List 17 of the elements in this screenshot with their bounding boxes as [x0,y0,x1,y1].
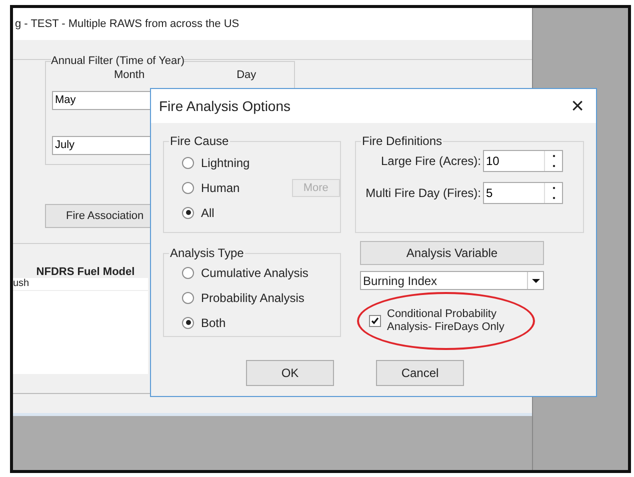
field-label: Multi Fire Day (Fires): [366,185,481,202]
column-header: NFDRS Fuel Model [13,266,148,278]
dialog-title: Fire Analysis Options [159,96,290,116]
table-cell: ush [13,278,148,292]
radio-label: Cumulative Analysis [201,264,308,282]
radio-label: All [201,204,214,222]
radio-label: Human [201,180,240,196]
column-label: Day [236,69,256,81]
radio-label: Lightning [201,154,250,172]
column-label: Month [114,69,145,81]
window-title: g - TEST - Multiple RAWS from across the US [15,16,240,32]
field-label: Large Fire (Acres): [380,153,481,170]
group-title: Analysis Type [169,245,245,261]
checkbox-label: Conditional Probability Analysis- FireDays Only [387,308,506,334]
radio-label: Both [201,314,226,332]
radio-label: Probability Analysis [201,290,304,306]
group-title: Annual Filter (Time of Year) [51,54,184,68]
